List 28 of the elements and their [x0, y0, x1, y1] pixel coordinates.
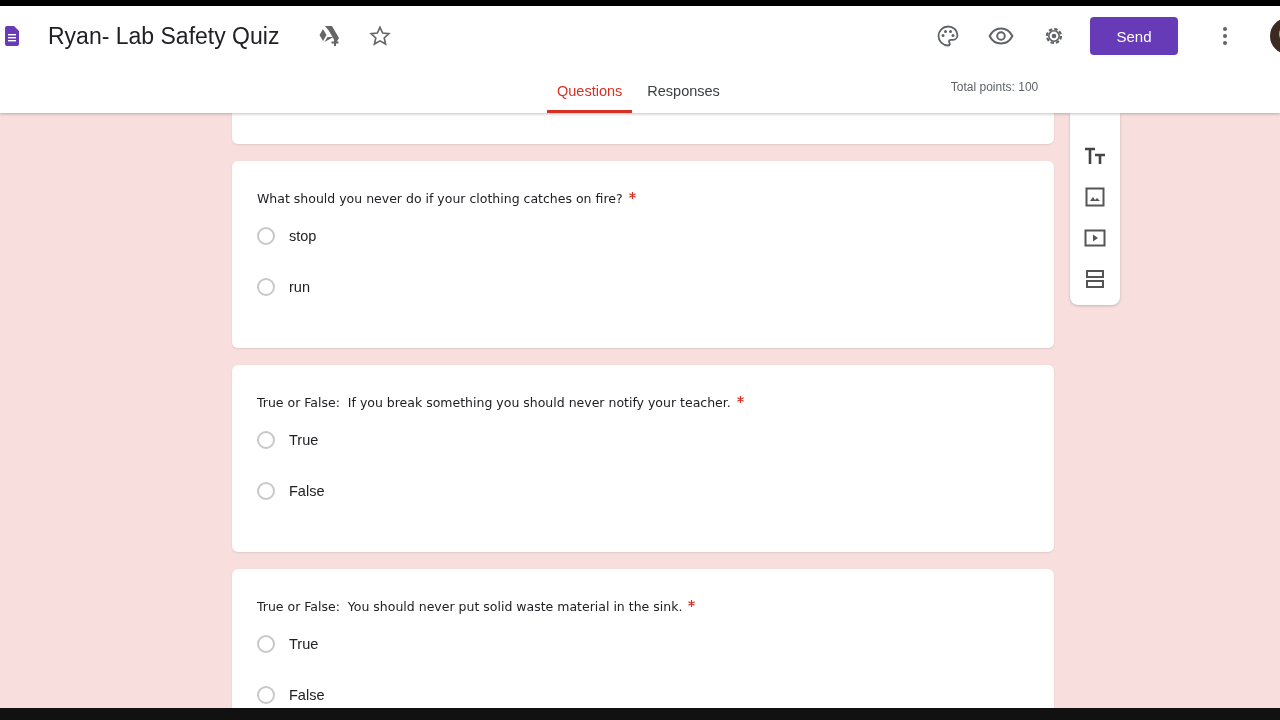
forms-logo-icon[interactable] — [5, 26, 19, 46]
radio-button[interactable] — [257, 685, 275, 704]
more-icon[interactable] — [1222, 26, 1228, 46]
question-text: True or False: If you break something you should never notify your teacher. — [257, 394, 731, 412]
star-icon[interactable] — [369, 25, 392, 47]
video-icon[interactable] — [1084, 229, 1106, 247]
radio-button[interactable] — [257, 277, 275, 296]
image-icon[interactable] — [1085, 187, 1105, 207]
form-title[interactable]: Ryan- Lab Safety Quiz — [48, 22, 280, 50]
option-label: True — [289, 431, 319, 448]
send-button[interactable]: Send — [1090, 17, 1178, 55]
text-icon[interactable] — [1084, 147, 1106, 165]
total-points: Total points: 100 — [950, 79, 1039, 94]
question-text: True or False: You should never put solid waste material in the sink. — [257, 598, 683, 616]
option-label: run — [289, 278, 310, 295]
radio-button[interactable] — [257, 481, 275, 500]
tab[interactable]: Responses — [637, 66, 730, 113]
option-label: stop — [289, 227, 317, 244]
question-text: What should you never do if your clothing catches on fire? — [257, 190, 623, 208]
option-label: True — [289, 635, 319, 652]
radio-button[interactable] — [257, 634, 275, 653]
radio-button[interactable] — [257, 430, 275, 449]
palette-icon[interactable] — [936, 24, 960, 48]
option-label: False — [289, 482, 325, 499]
avatar-icon[interactable] — [1270, 18, 1280, 54]
radio-button[interactable] — [257, 226, 275, 245]
section-icon[interactable] — [1085, 269, 1105, 289]
option-label: False — [289, 686, 325, 703]
